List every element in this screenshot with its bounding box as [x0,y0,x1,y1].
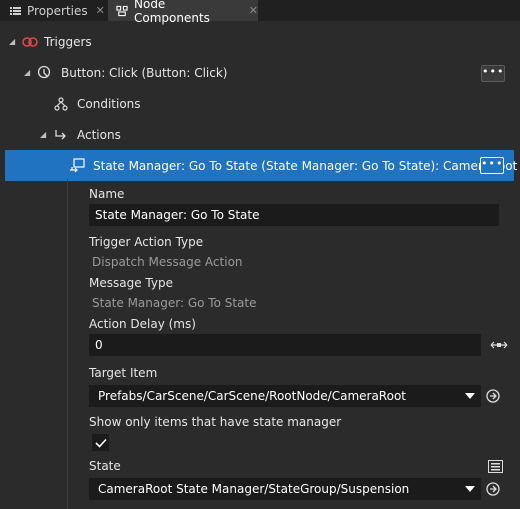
tab-properties[interactable]: Properties ✕ [0,0,106,21]
triggers-icon [22,34,38,50]
go-to-state-icon[interactable] [485,481,501,497]
state-label: State [89,459,121,473]
conditions-icon [53,96,69,112]
click-trigger-icon [37,65,53,81]
trigger-action-type-label: Trigger Action Type [89,235,204,249]
tab-node-components-label: Node Components [134,0,210,25]
tree-item-triggers[interactable]: ◢ Triggers [0,26,520,57]
action-delay-label: Action Delay (ms) [89,317,196,331]
state-list-icon[interactable] [487,458,503,474]
message-type-label: Message Type [89,276,173,290]
collapse-arrow-icon[interactable]: ◢ [9,37,15,46]
name-field[interactable]: State Manager: Go To State [89,204,499,226]
list-icon [9,5,21,17]
name-label: Name [89,187,125,201]
more-options-button[interactable]: ••• [480,157,504,174]
node-components-icon [116,5,128,17]
close-icon[interactable]: ✕ [96,4,105,17]
name-value: State Manager: Go To State [95,208,260,222]
tree-item-conditions[interactable]: Conditions [0,88,520,119]
tab-properties-label: Properties [27,3,88,18]
drag-adjust-icon[interactable] [489,337,509,353]
collapse-arrow-icon[interactable]: ◢ [40,130,46,139]
dispatch-message-icon [69,157,85,174]
more-options-button[interactable]: ••• [481,65,505,82]
trigger-action-type-value: Dispatch Message Action [92,255,243,269]
show-only-label: Show only items that have state manager [89,415,342,429]
state-value: CameraRoot State Manager/StateGroup/Susp… [98,482,410,496]
tab-bar: Properties ✕ Node Components ✕ [0,0,520,25]
tree-item-label: Conditions [77,96,141,111]
target-item-value: Prefabs/CarScene/CarScene/RootNode/Camer… [98,389,406,403]
state-dropdown[interactable]: CameraRoot State Manager/StateGroup/Susp… [89,478,481,500]
close-icon[interactable]: ✕ [249,4,258,17]
actions-icon [53,127,69,143]
chevron-down-icon [465,486,475,492]
checkmark-icon [94,438,107,448]
action-delay-value: 0 [95,338,103,352]
go-to-target-icon[interactable] [485,388,501,404]
tree-item-button-click[interactable]: ◢ Button: Click (Button: Click) ••• [0,57,520,88]
tree-item-state-manager-action[interactable]: State Manager: Go To State (State Manage… [5,150,518,181]
chevron-down-icon [465,393,475,399]
tree-item-actions[interactable]: ◢ Actions [0,119,520,150]
show-only-checkbox[interactable] [92,434,109,451]
tree-item-label: Triggers [44,34,92,49]
target-item-label: Target Item [89,366,158,380]
message-type-value: State Manager: Go To State [92,296,257,310]
tab-node-components[interactable]: Node Components ✕ [108,0,258,25]
target-item-dropdown[interactable]: Prefabs/CarScene/CarScene/RootNode/Camer… [89,385,481,407]
tree-item-label: State Manager: Go To State (State Manage… [93,158,518,173]
tree-item-label: Actions [77,127,121,142]
collapse-arrow-icon[interactable]: ◢ [24,68,30,77]
action-delay-field[interactable]: 0 [89,334,481,356]
action-properties-panel: Name State Manager: Go To State Trigger … [67,179,514,509]
tree-item-label: Button: Click (Button: Click) [61,65,228,80]
